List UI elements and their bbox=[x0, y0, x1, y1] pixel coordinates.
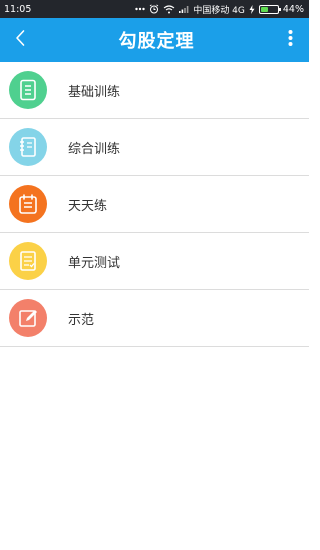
signal-icon bbox=[179, 5, 189, 13]
notebook-icon bbox=[9, 128, 47, 166]
menu-item-comprehensive-training[interactable]: 综合训练 bbox=[0, 119, 309, 176]
menu-item-label: 综合训练 bbox=[68, 141, 121, 157]
screen: 11:05 中国移动 4G 44% 勾股定理 基础训练 综合训练 天天练 单元测… bbox=[0, 0, 309, 550]
menu-list: 基础训练 综合训练 天天练 单元测试 示范 bbox=[0, 62, 309, 347]
battery-fill bbox=[260, 6, 268, 12]
menu-item-unit-test[interactable]: 单元测试 bbox=[0, 233, 309, 290]
alarm-icon bbox=[149, 4, 159, 14]
checklist-icon bbox=[9, 242, 47, 280]
calendar-icon bbox=[9, 185, 47, 223]
page-title: 勾股定理 bbox=[118, 31, 195, 52]
app-bar: 勾股定理 bbox=[0, 18, 309, 62]
wifi-icon bbox=[163, 4, 175, 14]
document-icon bbox=[9, 71, 47, 109]
menu-item-label: 单元测试 bbox=[68, 255, 121, 271]
carrier-label: 中国移动 4G bbox=[193, 5, 245, 16]
menu-item-label: 天天练 bbox=[68, 198, 108, 214]
status-time: 11:05 bbox=[4, 3, 32, 15]
edit-icon bbox=[9, 299, 47, 337]
status-bar: 11:05 中国移动 4G 44% bbox=[0, 0, 309, 18]
menu-item-label: 基础训练 bbox=[68, 84, 121, 100]
menu-item-label: 示范 bbox=[68, 312, 95, 328]
charging-icon bbox=[249, 4, 255, 14]
menu-item-basic-training[interactable]: 基础训练 bbox=[0, 62, 309, 119]
battery-icon bbox=[258, 4, 281, 14]
menu-item-daily-practice[interactable]: 天天练 bbox=[0, 176, 309, 233]
more-vertical-icon bbox=[288, 29, 293, 51]
battery-percent: 44% bbox=[282, 3, 304, 15]
chevron-left-icon bbox=[14, 29, 26, 51]
menu-item-demo[interactable]: 示范 bbox=[0, 290, 309, 347]
dots-icon bbox=[135, 7, 146, 11]
more-button[interactable] bbox=[279, 26, 301, 54]
back-button[interactable] bbox=[6, 26, 34, 54]
